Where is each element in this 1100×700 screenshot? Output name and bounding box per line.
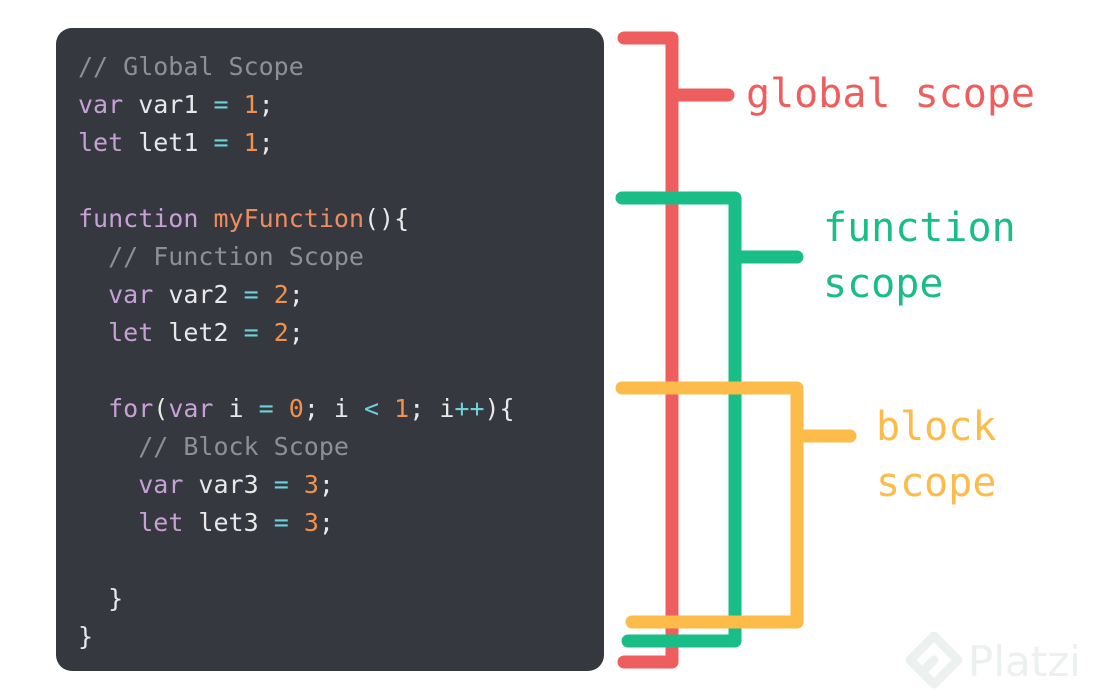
block-scope-label: block scope xyxy=(876,404,997,506)
global-scope-bracket xyxy=(617,31,735,669)
function-scope-bracket xyxy=(615,191,804,648)
platzi-wordmark: Platzi xyxy=(968,637,1081,686)
platzi-watermark: Platzi xyxy=(906,630,1096,694)
block-scope-bracket-outline xyxy=(615,381,804,629)
global-scope-label: global scope xyxy=(746,71,1035,117)
platzi-logo-icon xyxy=(906,632,962,689)
function-scope-label: function scope xyxy=(823,205,1016,307)
global-scope-bracket-outline xyxy=(617,31,679,669)
